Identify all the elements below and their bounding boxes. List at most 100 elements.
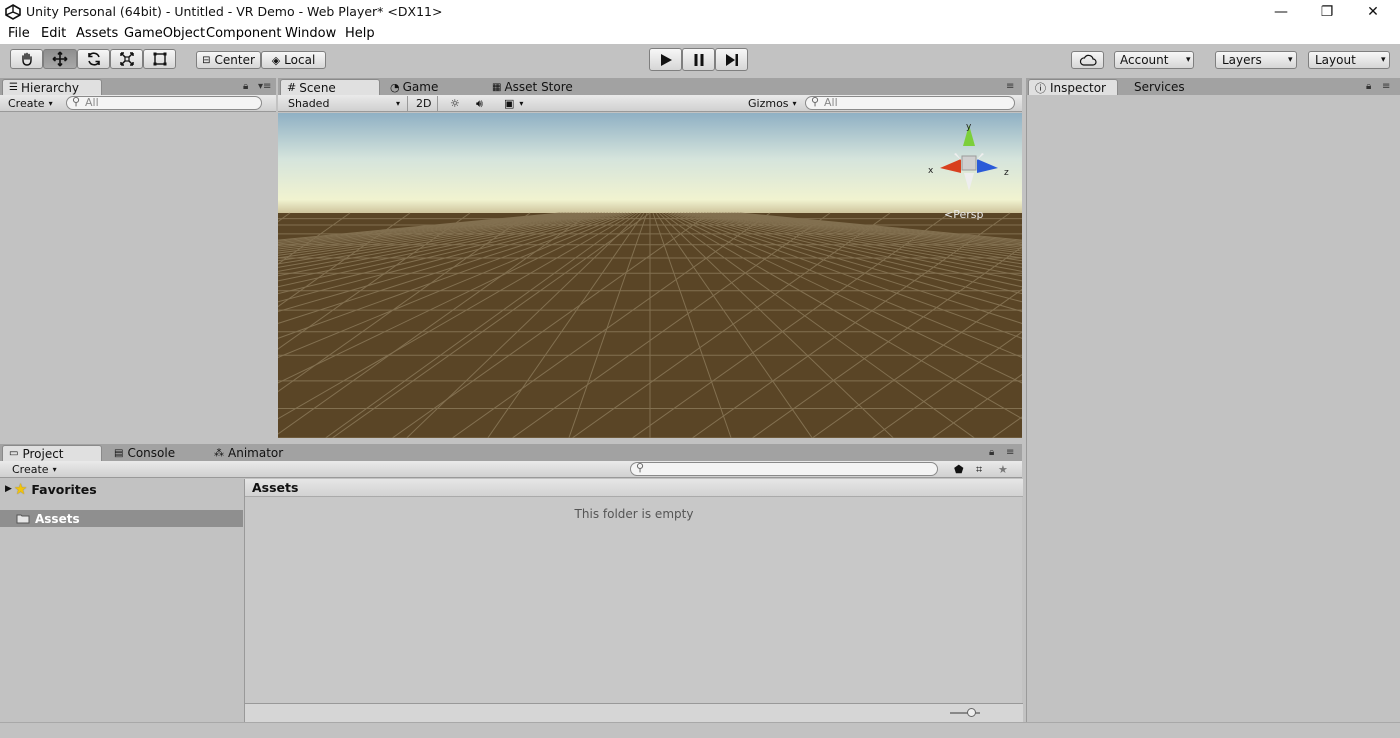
project-create-label: Create — [12, 463, 49, 476]
layout-dropdown[interactable]: Layout — [1308, 51, 1390, 69]
gizmo-center-cube[interactable] — [961, 155, 977, 171]
hand-tool-button[interactable] — [10, 49, 43, 69]
tab-hierarchy[interactable]: ☰ Hierarchy — [2, 79, 102, 95]
lock-icon[interactable]: 🔒︎ — [989, 447, 994, 458]
tab-console[interactable]: ▤ Console — [108, 445, 198, 461]
panel-menu-icon[interactable]: ▾≡ — [258, 81, 271, 92]
inspector-tab-label: Inspector — [1050, 80, 1106, 95]
rotate-tool-button[interactable] — [77, 49, 110, 69]
tab-asset-store[interactable]: ▦ Asset Store — [486, 79, 596, 95]
chevron-down-icon: ▾ — [792, 99, 797, 108]
tab-animator[interactable]: ⁂ Animator — [208, 445, 308, 461]
lock-icon[interactable]: 🔒︎ — [1366, 81, 1371, 92]
title-bar: Unity Personal (64bit) - Untitled - VR D… — [0, 0, 1400, 24]
gizmo-y-label: y — [966, 122, 972, 132]
hierarchy-tab-bar: ☰ Hierarchy 🔒︎ ▾≡ — [0, 78, 276, 95]
menu-gameobject[interactable]: GameObject — [124, 26, 205, 41]
filter-by-type-button[interactable]: ⬟ — [950, 462, 970, 477]
menu-window[interactable]: Window — [285, 26, 336, 41]
move-tool-button[interactable] — [43, 49, 77, 69]
filter-by-label-button[interactable]: ⌗ — [972, 462, 992, 477]
project-footer — [245, 703, 1023, 722]
project-create-button[interactable]: Create ▾ — [8, 462, 61, 477]
unity-logo-icon — [5, 4, 21, 20]
gizmos-label: Gizmos — [748, 97, 789, 110]
assets-folder-item[interactable]: Assets — [0, 510, 243, 527]
restore-button[interactable]: ❐ — [1304, 0, 1350, 24]
close-button[interactable]: ✕ — [1350, 0, 1396, 24]
mode2d-label: 2D — [416, 97, 432, 110]
pivot-center-toggle[interactable]: ⊟ Center — [196, 51, 261, 69]
hand-icon — [21, 52, 32, 66]
effects-dropdown[interactable]: ▣ ▾ — [500, 96, 536, 111]
expand-arrow-icon[interactable]: ▶ — [5, 484, 12, 494]
gizmo-x-label: x — [928, 166, 934, 176]
scale-tool-button[interactable] — [110, 49, 143, 69]
menu-edit[interactable]: Edit — [41, 26, 66, 41]
hierarchy-toolbar: Create▾ All — [0, 95, 276, 112]
hierarchy-content — [0, 113, 276, 438]
minimize-button[interactable]: — — [1258, 0, 1304, 24]
animator-icon: ⁂ — [214, 447, 224, 459]
persp-label[interactable]: <Persp — [944, 208, 983, 221]
play-button[interactable] — [649, 48, 682, 71]
panel-menu-icon[interactable]: ≡ — [1006, 447, 1014, 458]
pivot-icon: ⊟ — [202, 54, 211, 66]
pivot-label: Center — [214, 53, 255, 67]
inspector-tab-bar: ⓘ Inspector Services 🔒︎ ≡ — [1026, 78, 1400, 95]
chevron-down-icon: ▾ — [396, 99, 401, 108]
toggle-2d-button[interactable]: 2D — [412, 96, 438, 111]
tab-game[interactable]: ◔ Game — [384, 79, 474, 95]
rect-transform-icon — [153, 52, 166, 66]
tab-project[interactable]: ▭ Project — [2, 445, 102, 461]
scene-panel-menu-icon[interactable]: ≡ — [1006, 81, 1014, 92]
breadcrumb[interactable]: Assets — [245, 479, 1023, 497]
game-tab-label: Game — [402, 80, 439, 94]
gizmos-dropdown[interactable]: Gizmos ▾ — [744, 96, 798, 111]
scene-search-input[interactable]: All — [805, 96, 1015, 110]
asset-store-tab-label: Asset Store — [504, 80, 573, 94]
step-button[interactable] — [715, 48, 748, 71]
cloud-icon — [1079, 54, 1097, 66]
chevron-down-icon: ▾ — [48, 99, 53, 108]
menu-assets[interactable]: Assets — [76, 26, 118, 41]
zoom-slider-thumb[interactable] — [967, 708, 976, 717]
project-toolbar: Create▾ ⬟ ⌗ ★ — [0, 461, 1022, 478]
favorites-item[interactable]: ▶ ★ Favorites — [5, 480, 97, 498]
menu-help[interactable]: Help — [345, 26, 375, 41]
account-dropdown[interactable]: Account — [1114, 51, 1194, 69]
image-icon: ▣ — [504, 97, 515, 110]
persp-label-text: Persp — [953, 208, 983, 221]
shading-dropdown[interactable]: Shaded ▾ — [284, 96, 408, 111]
panel-menu-icon[interactable]: ≡ — [1382, 81, 1390, 92]
tab-inspector[interactable]: ⓘ Inspector — [1028, 79, 1118, 95]
list-icon: ☰ — [9, 82, 18, 93]
services-tab-label: Services — [1134, 80, 1185, 94]
layers-dropdown[interactable]: Layers — [1215, 51, 1297, 69]
cloud-button[interactable] — [1071, 51, 1104, 69]
rect-tool-button[interactable] — [143, 49, 176, 69]
scene-viewport[interactable]: y x z <Persp — [278, 113, 1022, 438]
tab-scene[interactable]: # Scene — [280, 79, 380, 95]
lock-icon[interactable]: 🔒︎ — [243, 81, 248, 92]
scene-tab-label: Scene — [299, 80, 336, 95]
project-tab-label: Project — [22, 446, 64, 461]
audio-toggle[interactable]: 🔊︎ — [472, 96, 494, 111]
save-search-button[interactable]: ★ — [994, 462, 1014, 477]
pause-button[interactable] — [682, 48, 715, 71]
step-icon — [725, 53, 738, 66]
hierarchy-create-button[interactable]: Create ▾ — [4, 96, 57, 111]
lighting-toggle[interactable]: ☼ — [446, 96, 468, 111]
scene-tab-bar: # Scene ◔ Game ▦ Asset Store ≡ — [278, 78, 1022, 95]
favorites-label: Favorites — [31, 481, 97, 497]
hierarchy-search-input[interactable]: All — [66, 96, 262, 110]
tab-services[interactable]: Services — [1128, 79, 1208, 95]
menu-component[interactable]: Component — [206, 26, 281, 41]
move-arrows-icon — [52, 51, 68, 67]
shapes-icon: ⬟ — [954, 463, 964, 476]
pivot-local-toggle[interactable]: ◈ Local — [261, 51, 326, 69]
cube-icon: ◈ — [271, 53, 281, 67]
project-tab-bar: ▭ Project ▤ Console ⁂ Animator 🔒︎ ≡ — [0, 444, 1022, 461]
project-search-input[interactable] — [630, 462, 938, 476]
menu-file[interactable]: File — [8, 26, 30, 41]
